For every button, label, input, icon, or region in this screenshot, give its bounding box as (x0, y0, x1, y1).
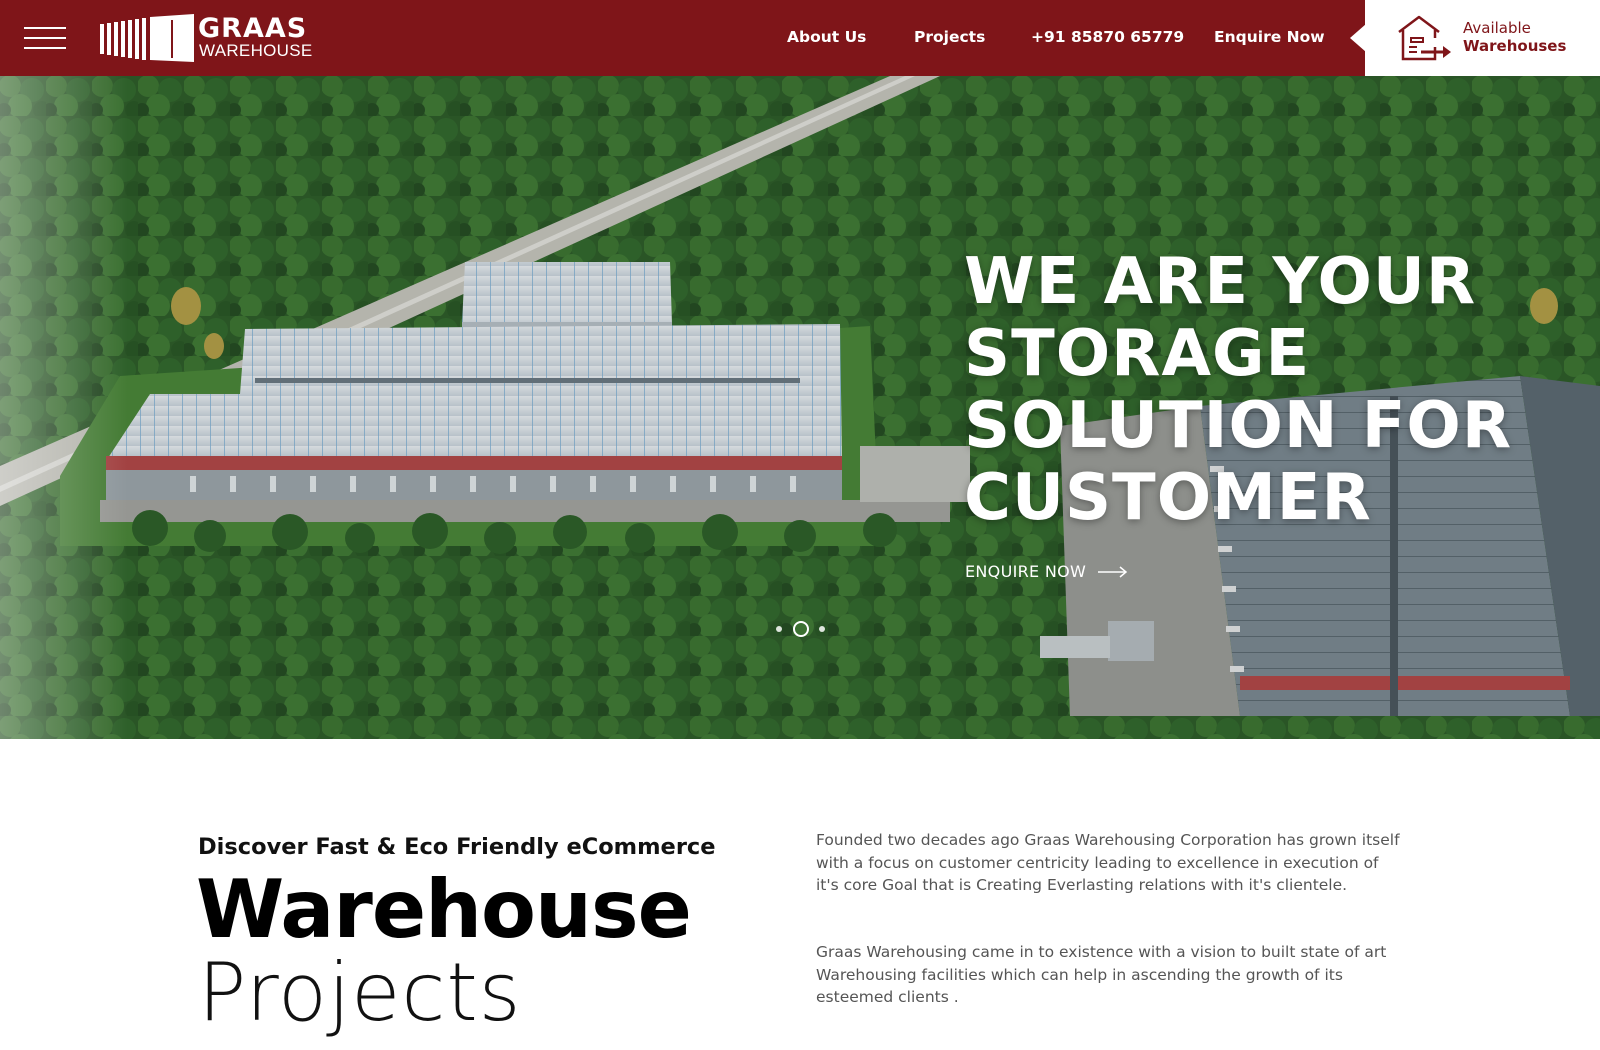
section-title: Warehouse (196, 863, 692, 956)
hamburger-menu-icon[interactable] (24, 27, 66, 49)
hero-headline-line: STORAGE (964, 317, 1311, 391)
section-eyebrow: Discover Fast & Eco Friendly eCommerce (198, 834, 716, 860)
nav-about-us[interactable]: About Us (787, 27, 866, 47)
section-subtitle: Projects (198, 946, 522, 1039)
slider-dots (770, 618, 830, 638)
about-paragraph-2: Graas Warehousing came in to existence w… (816, 943, 1387, 1006)
nav-enquire-now[interactable]: Enquire Now (1214, 27, 1325, 47)
menu-line (24, 47, 66, 49)
hero-headline: WE ARE YOUR STORAGE SOLUTION FOR CUSTOME… (964, 246, 1584, 534)
available-line1: Available (1463, 19, 1531, 37)
hero-cta-label: ENQUIRE NOW (965, 562, 1087, 581)
slide-dot-3[interactable] (819, 626, 825, 632)
menu-line (24, 27, 66, 29)
logo-warehouse-icon (100, 14, 194, 62)
nav-projects[interactable]: Projects (914, 27, 985, 47)
available-pointer (1350, 24, 1366, 52)
brand-subtitle: WAREHOUSE (199, 41, 313, 60)
slide-dot-2-active[interactable] (793, 621, 809, 637)
menu-line (24, 37, 66, 39)
about-paragraph-1: Founded two decades ago Graas Warehousin… (816, 831, 1400, 894)
arrow-right-icon (1098, 566, 1128, 578)
hero-banner: WE ARE YOUR STORAGE SOLUTION FOR CUSTOME… (0, 76, 1600, 739)
hero-enquire-now-link[interactable]: ENQUIRE NOW (965, 562, 1128, 582)
hero-headline-line: CUSTOMER (964, 461, 1372, 535)
warehouse-arrow-icon (1398, 15, 1451, 61)
hero-headline-line: WE ARE YOUR (964, 245, 1477, 319)
nav-phone-number[interactable]: +91 85870 65779 (1031, 27, 1184, 47)
slide-dot-1[interactable] (776, 626, 782, 632)
hero-headline-line: SOLUTION FOR (964, 389, 1513, 463)
brand-name: GRAAS (198, 13, 308, 44)
brand-logo[interactable]: GRAAS WAREHOUSE (100, 14, 330, 62)
available-warehouses-button[interactable]: Available Warehouses (1365, 0, 1600, 76)
available-warehouses-label: Available Warehouses (1463, 19, 1566, 55)
site-header: GRAAS WAREHOUSE About Us Projects +91 85… (0, 0, 1600, 76)
available-line2: Warehouses (1463, 37, 1567, 55)
